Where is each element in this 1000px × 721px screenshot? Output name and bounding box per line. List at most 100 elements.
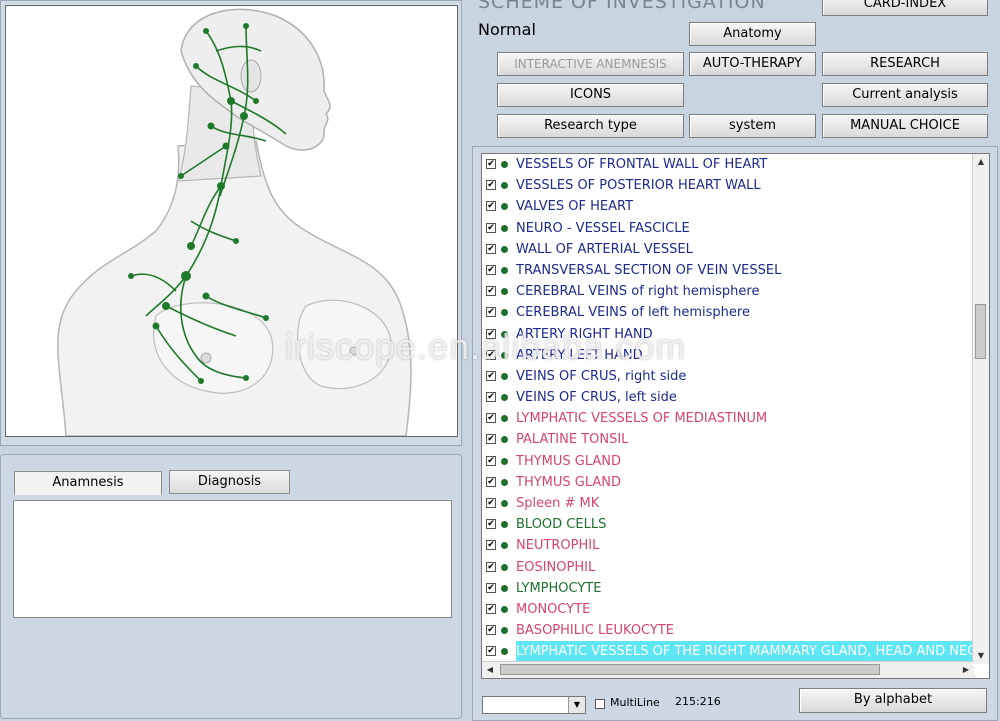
list-item-checkbox[interactable]: ✔ [486, 603, 496, 614]
tab-anamnesis[interactable]: Anamnesis [14, 471, 162, 495]
organ-list[interactable]: ✔ VESSELS OF FRONTAL WALL OF HEART ✔ VESSLE… [481, 153, 990, 679]
list-item-checkbox[interactable]: ✔ [486, 180, 496, 191]
anatomy-image-panel [0, 0, 462, 446]
list-item-checkbox[interactable]: ✔ [486, 519, 496, 530]
list-item-checkbox[interactable]: ✔ [486, 498, 496, 508]
list-item-label: VESSLES OF POSTERIOR HEART WALL [516, 178, 761, 194]
tab-diagnosis[interactable]: Diagnosis [169, 470, 290, 494]
list-item[interactable]: ✔ CEREBRAL VEINS of right hemisphere [482, 281, 974, 302]
scroll-up-icon[interactable]: ▲ [973, 154, 989, 170]
scroll-left-icon[interactable]: ◀ [482, 662, 498, 678]
multiline-label: MultiLine [610, 696, 660, 709]
research-button[interactable]: RESEARCH [822, 52, 988, 76]
list-item-checkbox[interactable]: ✔ [486, 264, 496, 275]
list-item-label: MONOCYTE [516, 601, 591, 617]
list-item[interactable]: ✔ EOSINOPHIL [482, 557, 974, 578]
list-item[interactable]: ✔ VESSELS OF FRONTAL WALL OF HEART [482, 154, 974, 175]
list-item-label: THYMUS GLAND [516, 453, 622, 469]
list-item[interactable]: ✔ LYMPHATIC VESSELS OF MEDIASTINUM [482, 408, 974, 429]
list-item-label: THYMUS GLAND [516, 474, 622, 490]
list-item[interactable]: ✔ VESSLES OF POSTERIOR HEART WALL [482, 175, 974, 196]
list-item[interactable]: ✔ VALVES OF HEART [482, 196, 974, 217]
list-item-checkbox[interactable]: ✔ [486, 625, 496, 636]
lymphatic-anatomy-illustration [57, 8, 412, 436]
bullet-icon [501, 605, 508, 613]
list-item-checkbox[interactable]: ✔ [486, 561, 496, 572]
list-item[interactable]: ✔ WALL OF ARTERIAL VESSEL [482, 239, 974, 260]
scroll-right-icon[interactable]: ▶ [958, 662, 974, 678]
list-item[interactable]: ✔ THYMUS GLAND [482, 472, 974, 493]
anatomy-button[interactable]: Anatomy [689, 22, 816, 46]
list-item-checkbox[interactable]: ✔ [486, 370, 496, 381]
bullet-icon [501, 245, 508, 253]
list-item[interactable]: ✔ LYMPHATIC VESSELS OF THE RIGHT MAMMARY … [482, 641, 989, 663]
list-item[interactable]: ✔ TRANSVERSAL SECTION OF VEIN VESSEL [482, 260, 974, 281]
list-item-label: VEINS OF CRUS, left side [516, 390, 677, 406]
list-item-checkbox[interactable]: ✔ [486, 476, 496, 487]
icons-button[interactable]: ICONS [497, 83, 684, 107]
watermark-text: iriscope.en.alibaba.com [285, 326, 687, 367]
interactive-anamnesis-button[interactable]: INTERACTIVE ANEMNESIS [497, 52, 684, 76]
bullet-icon [501, 542, 508, 550]
list-item[interactable]: ✔ MONOCYTE [482, 599, 974, 620]
list-item-checkbox[interactable]: ✔ [486, 159, 496, 169]
list-item[interactable]: ✔ VEINS OF CRUS, right side [482, 366, 974, 387]
list-item[interactable]: ✔ NEUTROPHIL [482, 535, 974, 556]
list-item[interactable]: ✔ VEINS OF CRUS, left side [482, 387, 974, 408]
list-item[interactable]: ✔ BLOOD CELLS [482, 514, 974, 535]
bullet-icon [501, 182, 508, 190]
bullet-icon [501, 457, 508, 465]
list-item-label: CEREBRAL VEINS of left hemisphere [516, 305, 750, 321]
list-item-checkbox[interactable]: ✔ [486, 286, 496, 297]
sort-by-alphabet-button[interactable]: By alphabet [799, 688, 987, 713]
current-analysis-button[interactable]: Current analysis [822, 83, 988, 107]
list-item-label: VALVES OF HEART [516, 199, 634, 215]
list-item-label: EOSINOPHIL [516, 559, 596, 575]
research-type-button[interactable]: Research type [497, 114, 684, 138]
list-item[interactable]: ✔ Spleen # MK [482, 493, 974, 514]
list-item-label: BLOOD CELLS [516, 517, 607, 533]
list-item-checkbox[interactable]: ✔ [486, 222, 496, 233]
list-item[interactable]: ✔ CEREBRAL VEINS of left hemisphere [482, 302, 974, 323]
manual-choice-button[interactable]: MANUAL CHOICE [822, 114, 988, 138]
list-item-label: PALATINE TONSIL [516, 432, 629, 448]
chevron-down-icon[interactable]: ▼ [568, 697, 585, 713]
scroll-down-icon[interactable]: ▼ [973, 648, 989, 664]
list-item-label: LYMPHOCYTE [516, 580, 602, 596]
coordinates-readout: 215:216 [675, 695, 721, 708]
bullet-icon [501, 288, 508, 296]
vertical-scrollbar[interactable]: ▲ ▼ [972, 154, 989, 664]
list-item-checkbox[interactable]: ✔ [486, 307, 496, 318]
list-item[interactable]: ✔ LYMPHOCYTE [482, 578, 974, 599]
list-item[interactable]: ✔ BASOPHILIC LEUKOCYTE [482, 620, 974, 641]
bullet-icon [501, 224, 508, 232]
system-button[interactable]: system [689, 114, 816, 138]
bullet-icon [501, 436, 508, 444]
list-item[interactable]: ✔ NEURO - VESSEL FASCICLE [482, 218, 974, 239]
list-item-label: NEUTROPHIL [516, 538, 600, 554]
multiline-checkbox[interactable] [595, 699, 605, 709]
list-item-label: VESSELS OF FRONTAL WALL OF HEART [516, 157, 768, 172]
list-item[interactable]: ✔ PALATINE TONSIL [482, 429, 974, 450]
horizontal-scroll-thumb[interactable] [500, 664, 880, 675]
list-item-checkbox[interactable]: ✔ [486, 540, 496, 551]
list-item-checkbox[interactable]: ✔ [486, 434, 496, 445]
list-item-checkbox[interactable]: ✔ [486, 413, 496, 424]
filter-dropdown[interactable]: ▼ [482, 696, 586, 714]
list-item-checkbox[interactable]: ✔ [486, 455, 496, 466]
horizontal-scrollbar[interactable]: ◀ ▶ [482, 661, 974, 678]
list-item-checkbox[interactable]: ✔ [486, 646, 496, 657]
bullet-icon [501, 372, 508, 380]
anamnesis-text-area[interactable] [13, 500, 452, 618]
list-item-checkbox[interactable]: ✔ [486, 201, 496, 212]
card-index-button[interactable]: CARD-INDEX [822, 0, 988, 16]
auto-therapy-button[interactable]: AUTO-THERAPY [689, 52, 816, 76]
organ-list-items: ✔ VESSELS OF FRONTAL WALL OF HEART ✔ VESSLE… [482, 154, 989, 678]
bullet-icon [501, 161, 508, 168]
list-item-checkbox[interactable]: ✔ [486, 582, 496, 593]
list-item-checkbox[interactable]: ✔ [486, 243, 496, 254]
list-item-checkbox[interactable]: ✔ [486, 392, 496, 403]
vertical-scroll-thumb[interactable] [975, 304, 986, 359]
bullet-icon [501, 584, 508, 592]
list-item[interactable]: ✔ THYMUS GLAND [482, 451, 974, 472]
